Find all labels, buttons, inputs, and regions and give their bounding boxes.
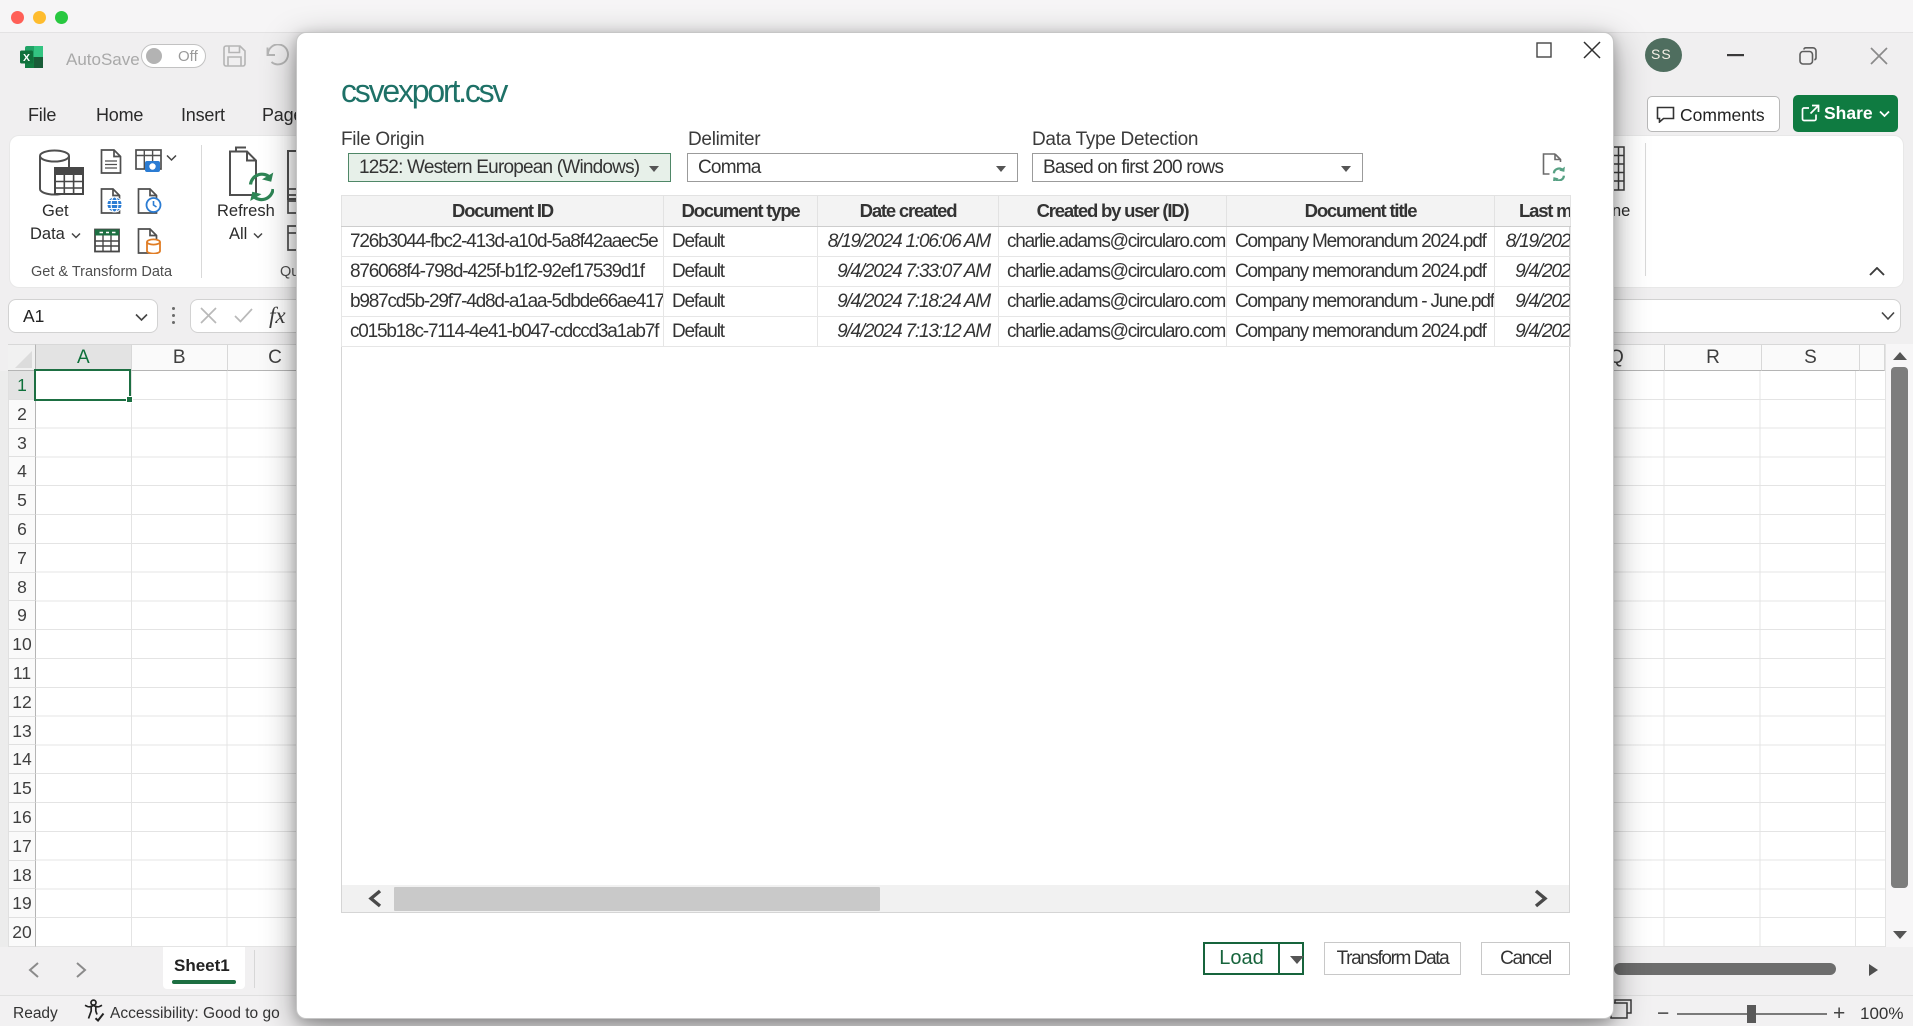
svg-text:X: X <box>23 52 30 64</box>
